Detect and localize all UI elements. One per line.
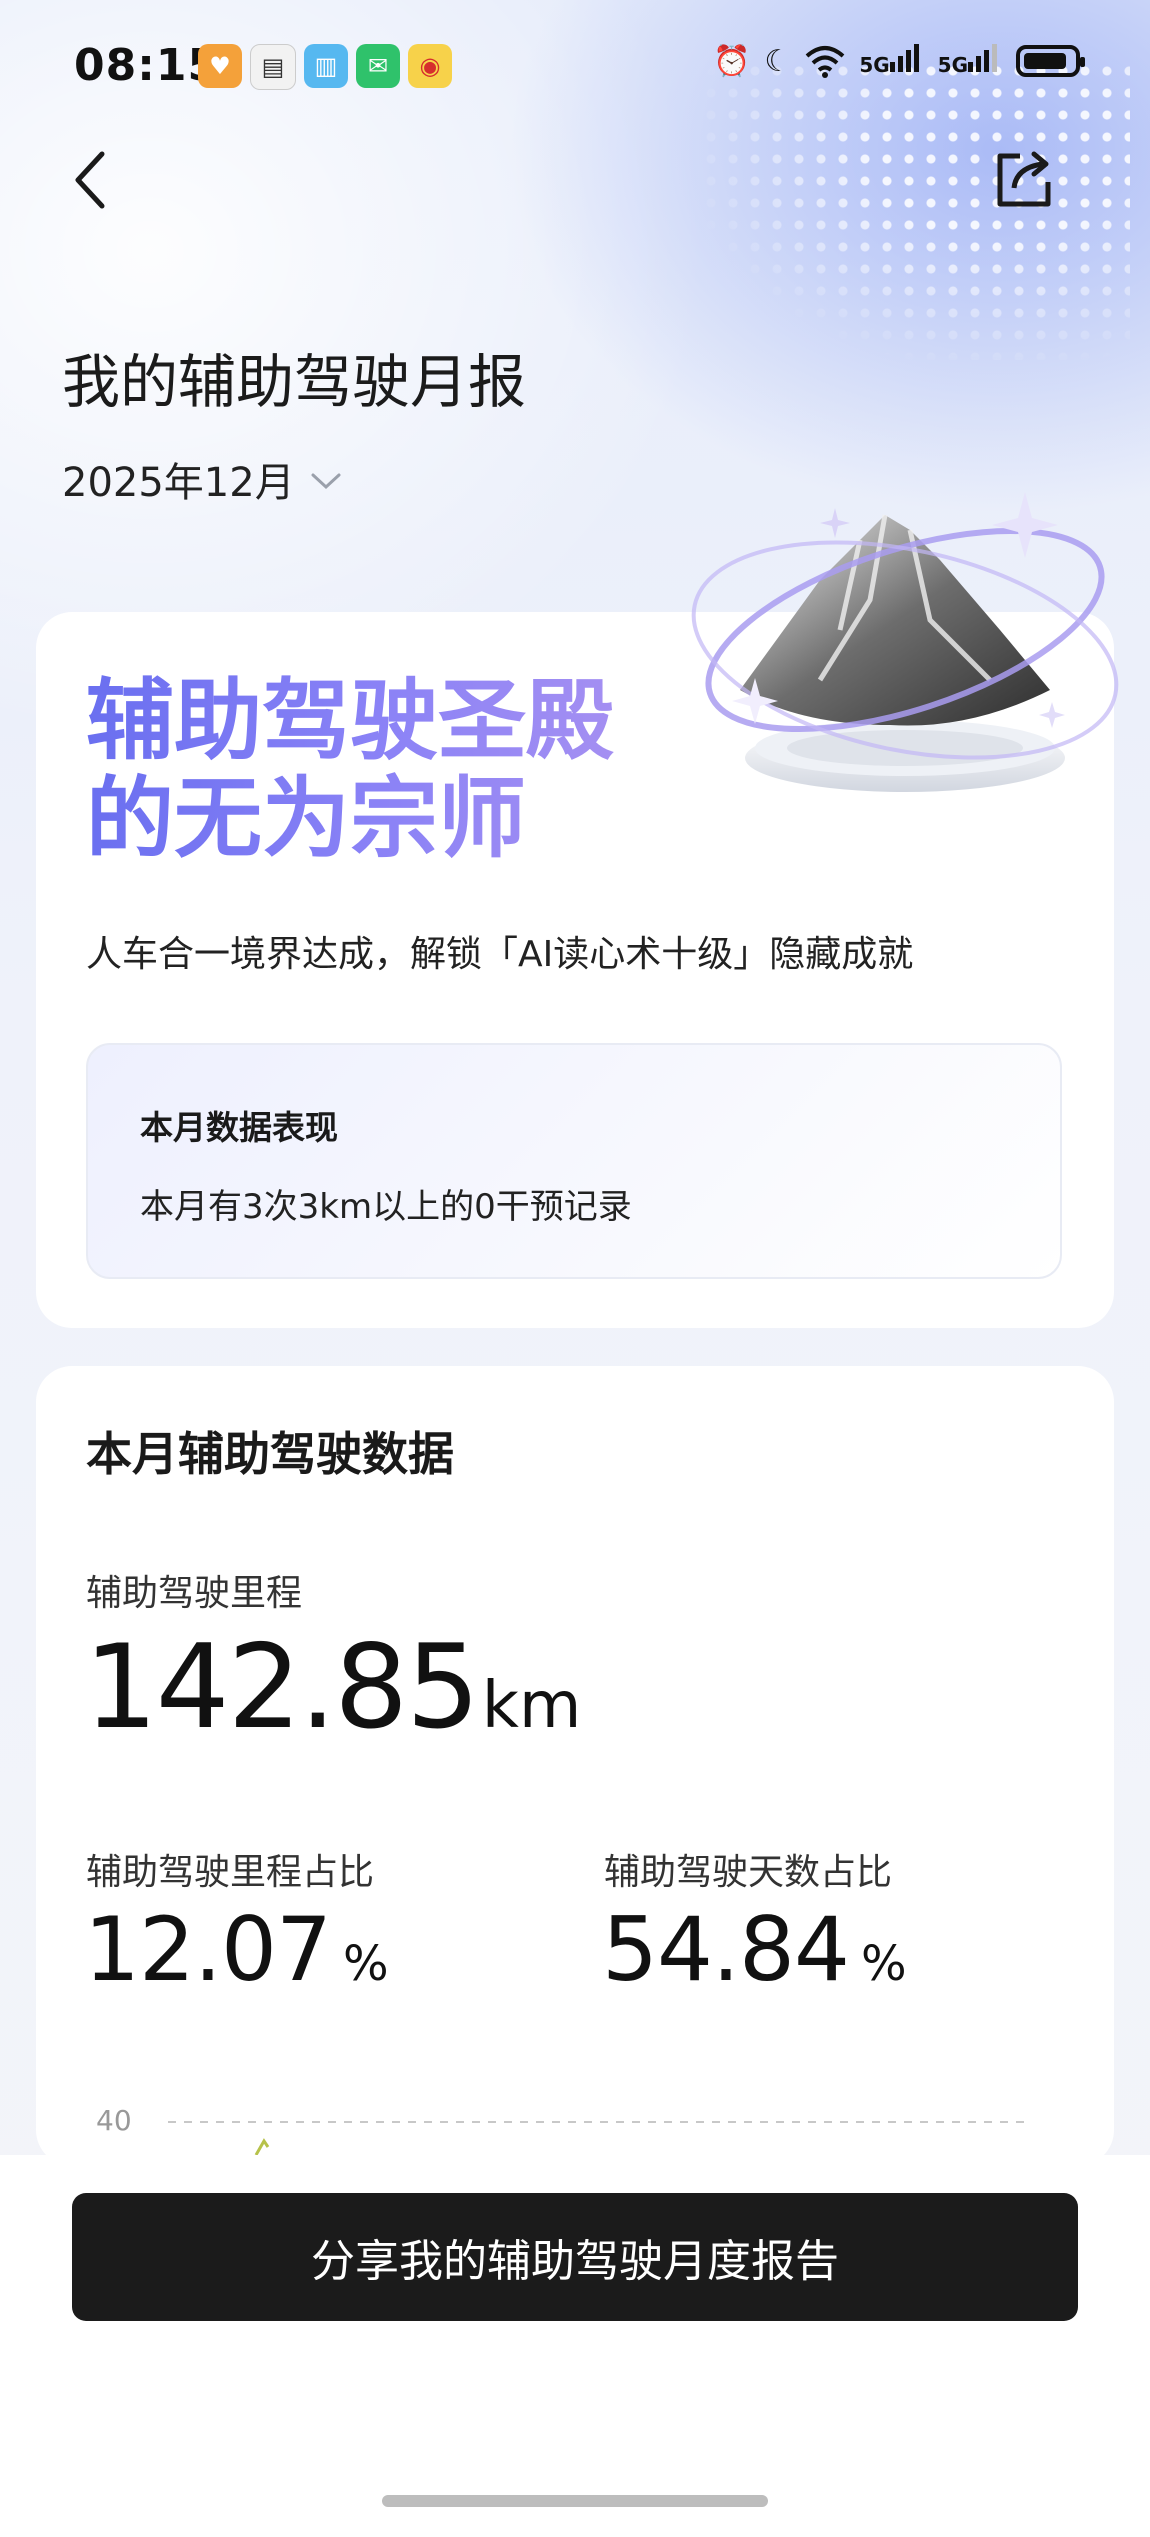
mountain-trophy-illustration <box>691 492 1119 792</box>
days-ratio-value: 54.84 <box>602 1898 850 2001</box>
share-report-button[interactable]: 分享我的辅助驾驶月度报告 <box>72 2193 1078 2321</box>
mileage-line-chart <box>168 2121 1030 2155</box>
performance-title: 本月数据表现 <box>140 1108 338 1147</box>
status-bar: 08:15 ♥ ▤ ▥ ✉ ◉ ⏰ ☾ 5G 5G <box>0 0 1150 130</box>
home-indicator[interactable] <box>382 2495 768 2507</box>
performance-text: 本月有3次3km以上的0干预记录 <box>140 1187 632 1227</box>
signal-5g-icon: 5G <box>859 42 923 80</box>
stats-title: 本月辅助驾驶数据 <box>86 1427 454 1481</box>
mileage-ratio-group: 12.07% <box>84 1898 389 2001</box>
mileage-unit: km <box>481 1669 582 1743</box>
headline-line-2: 的无为宗师 <box>86 767 527 870</box>
mileage-label: 辅助驾驶里程 <box>86 1573 303 1614</box>
headline-line-1: 辅助驾驶圣殿 <box>86 669 615 772</box>
heart-app-icon: ♥ <box>198 44 242 88</box>
mileage-ratio-value: 12.07 <box>84 1898 332 2001</box>
days-ratio-unit: % <box>860 1936 907 1992</box>
achievement-headline: 辅助驾驶圣殿 的无为宗师 <box>86 672 614 868</box>
signal-5g-icon: 5G <box>938 42 1002 80</box>
days-ratio-group: 54.84% <box>602 1898 907 2001</box>
month-selector[interactable]: 2025年12月 <box>62 450 343 508</box>
wifi-icon <box>805 46 845 78</box>
system-status-icons: ⏰ ☾ 5G 5G <box>713 42 1085 80</box>
weibo-icon: ◉ <box>408 44 452 88</box>
performance-box: 本月数据表现 本月有3次3km以上的0干预记录 <box>86 1043 1062 1279</box>
stats-card <box>36 1366 1114 2166</box>
mileage-value: 142.85 <box>84 1620 480 1755</box>
alarm-icon: ⏰ <box>713 43 751 79</box>
share-icon[interactable] <box>990 142 1060 214</box>
book-app-icon: ▥ <box>304 44 348 88</box>
page-title: 我的辅助驾驶月报 <box>62 348 527 416</box>
back-arrow-icon[interactable] <box>62 140 122 220</box>
chart-series-line <box>254 2138 270 2155</box>
mileage-value-group: 142.85km <box>84 1620 581 1755</box>
month-label: 2025年12月 <box>62 460 295 506</box>
notes-app-icon: ▤ <box>250 44 296 90</box>
battery-icon <box>1016 45 1085 77</box>
moon-icon: ☾ <box>764 43 792 79</box>
chevron-down-icon <box>311 473 341 490</box>
notification-icons: ♥ ▤ ▥ ✉ ◉ <box>198 44 452 90</box>
wechat-icon: ✉ <box>356 44 400 88</box>
mileage-ratio-unit: % <box>342 1936 389 1992</box>
mileage-ratio-label: 辅助驾驶里程占比 <box>86 1852 375 1893</box>
achievement-description: 人车合一境界达成，解锁「AI读心术十级」隐藏成就 <box>86 934 914 975</box>
days-ratio-label: 辅助驾驶天数占比 <box>604 1852 893 1893</box>
